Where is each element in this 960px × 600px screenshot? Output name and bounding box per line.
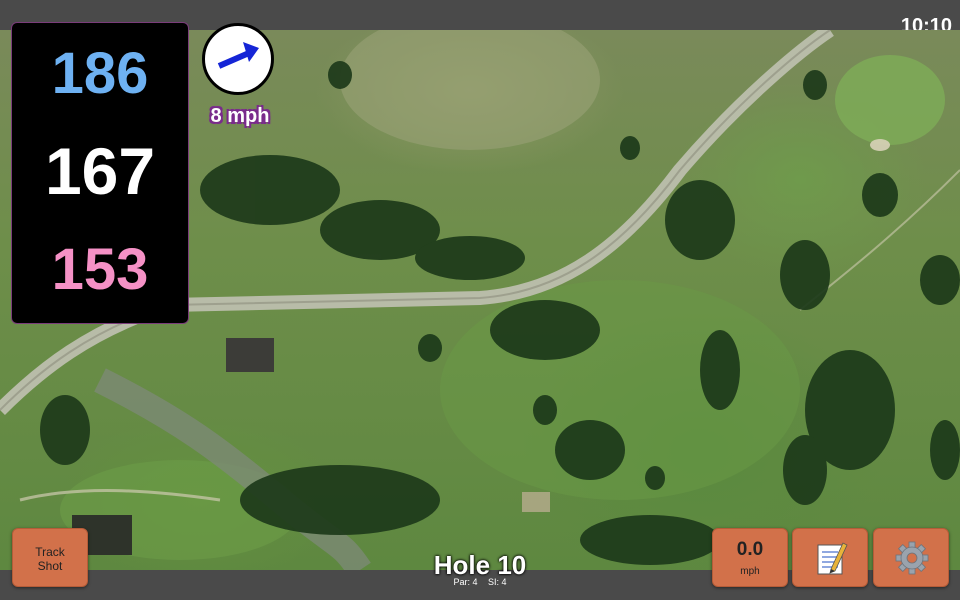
wind-direction-arrow-icon <box>217 42 259 69</box>
speed-button[interactable]: 0.0 mph <box>712 528 788 587</box>
hole-stroke-index: SI: 4 <box>488 577 507 587</box>
wind-speed-label: 8 mph <box>210 105 270 127</box>
settings-button[interactable] <box>873 528 949 587</box>
track-shot-button[interactable]: Track Shot <box>12 528 88 587</box>
middle-distance: 167 <box>44 134 156 208</box>
wind-indicator <box>202 23 274 95</box>
speed-unit: mph <box>740 566 760 577</box>
back-distance: 186 <box>51 41 149 106</box>
scorecard-button[interactable] <box>792 528 868 587</box>
track-shot-label: Track Shot <box>35 545 65 573</box>
speed-value: 0.0 <box>736 539 764 560</box>
gear-icon <box>895 541 929 575</box>
front-distance: 153 <box>51 237 149 302</box>
notepad-icon <box>817 542 848 575</box>
distance-panel: 186 167 153 <box>11 22 189 324</box>
hole-info: Par: 4 SI: 4 <box>380 577 580 587</box>
hole-par: Par: 4 <box>453 577 478 587</box>
